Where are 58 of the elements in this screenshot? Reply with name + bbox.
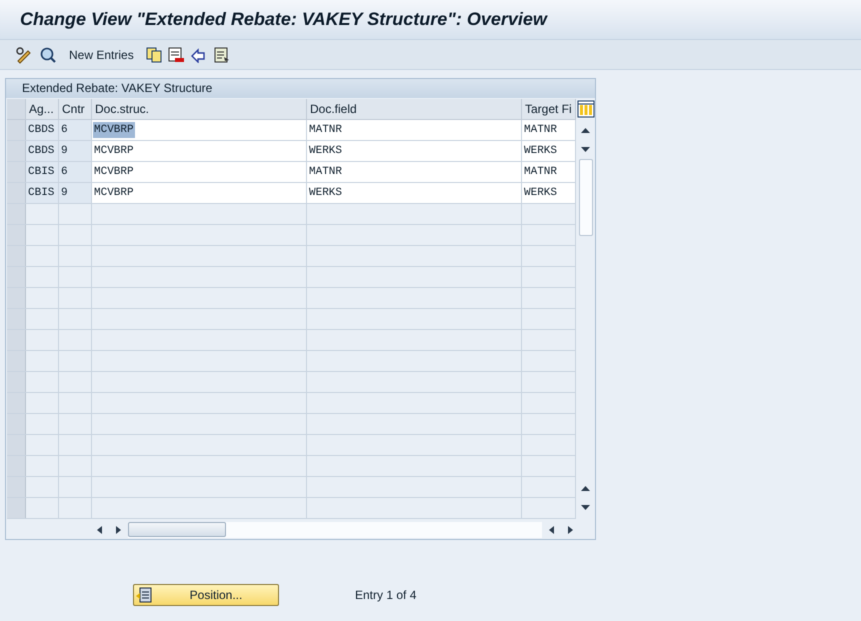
row-selector[interactable] (7, 350, 26, 371)
row-selector[interactable] (7, 372, 26, 392)
row-selector[interactable] (7, 120, 26, 140)
table-cell[interactable]: 6 (59, 120, 92, 140)
table-cell[interactable]: MATNR (307, 162, 522, 182)
row-selector[interactable] (7, 392, 26, 413)
window-title: Change View "Extended Rebate: VAKEY Structure": Overview (20, 8, 547, 31)
vertical-scroll-thumb[interactable] (578, 158, 592, 236)
new-entries-button[interactable]: New Entries (63, 46, 140, 64)
copy-icon[interactable] (146, 46, 162, 62)
pencil-glasses-icon[interactable] (15, 46, 33, 64)
table-cell[interactable]: MCVBRP (92, 140, 307, 161)
delete-row-icon[interactable] (168, 46, 184, 62)
row-selector[interactable] (7, 140, 26, 161)
table-cell[interactable]: WERKS (307, 182, 522, 203)
table-cell[interactable]: MATNR (522, 162, 576, 182)
row-selector[interactable] (7, 498, 26, 518)
table-cell[interactable]: WERKS (522, 182, 576, 203)
table-cell[interactable]: CBIS (26, 182, 59, 203)
row-selector[interactable] (7, 476, 26, 497)
table-cell[interactable]: WERKS (522, 140, 576, 161)
magnifier-icon[interactable] (39, 46, 57, 64)
row-selector[interactable] (7, 434, 26, 455)
entry-info: Entry 1 of 4 (355, 587, 416, 604)
table-cell[interactable]: WERKS (307, 140, 522, 161)
row-selector[interactable] (7, 414, 26, 434)
table-cell[interactable]: MATNR (307, 120, 522, 140)
table-cell[interactable]: 9 (59, 182, 92, 203)
row-selector[interactable] (7, 330, 26, 350)
horizontal-scroll-thumb[interactable] (128, 522, 226, 538)
row-selector[interactable] (7, 246, 26, 266)
column-header[interactable]: Ag... (26, 98, 59, 119)
row-selector[interactable] (7, 182, 26, 203)
panel-title: Extended Rebate: VAKEY Structure (22, 80, 212, 98)
row-selector[interactable] (7, 204, 26, 224)
table-cell[interactable]: MCVBRP (92, 162, 307, 182)
row-selector[interactable] (7, 224, 26, 245)
column-header[interactable]: Cntr (59, 98, 92, 119)
row-selector[interactable] (7, 162, 26, 182)
row-selector[interactable] (7, 266, 26, 287)
table-cell[interactable]: CBIS (26, 162, 59, 182)
position-icon (136, 587, 152, 603)
column-header[interactable]: Doc.struc. (92, 98, 307, 119)
row-selector[interactable] (7, 288, 26, 308)
column-settings-icon[interactable] (576, 100, 594, 118)
row-selector[interactable] (7, 308, 26, 329)
column-header[interactable]: Target Fi (522, 98, 576, 119)
table-cell[interactable]: MCVBRP (92, 182, 307, 203)
table-cell[interactable]: MCVBRP (92, 120, 307, 140)
row-selector[interactable] (7, 456, 26, 476)
column-header[interactable]: Doc.field (307, 98, 522, 119)
table-cell[interactable]: 6 (59, 162, 92, 182)
table-cell[interactable]: CBDS (26, 140, 59, 161)
list-select-icon[interactable] (214, 46, 230, 62)
position-button[interactable]: Position... (133, 584, 279, 606)
table-cell[interactable]: MATNR (522, 120, 576, 140)
table-cell[interactable]: CBDS (26, 120, 59, 140)
table-cell[interactable]: 9 (59, 140, 92, 161)
